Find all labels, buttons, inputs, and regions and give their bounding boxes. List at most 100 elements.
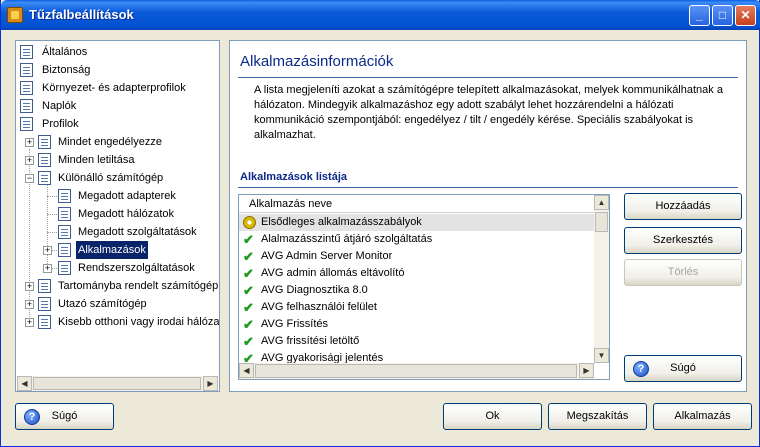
- check-icon: ✔: [243, 334, 254, 349]
- app-name: Alalmazásszintű átjáró szolgáltatás: [261, 233, 433, 245]
- check-icon: ✔: [243, 300, 254, 315]
- tree-item-kulonallo[interactable]: Különálló számítógép: [38, 169, 218, 187]
- divider: [238, 77, 738, 78]
- app-name: AVG frissítési letöltő: [261, 335, 360, 347]
- tree-item-kisebb-halozat[interactable]: Kisebb otthoni vagy irodai hálózat: [38, 313, 219, 331]
- expand-toggle[interactable]: +: [25, 300, 34, 309]
- list-item[interactable]: ✔ Alalmazásszintű átjáró szolgáltatás: [239, 231, 594, 248]
- list-item[interactable]: ✔ AVG gyakorisági jelentés: [239, 350, 594, 363]
- tree-item-tartomany[interactable]: Tartományba rendelt számítógép: [38, 277, 218, 295]
- profile-icon: [38, 279, 51, 293]
- tree-item-profilok[interactable]: Profilok: [20, 115, 215, 133]
- list-section-label: Alkalmazások listája: [240, 171, 348, 183]
- tree-item-label: Rendszerszolgáltatások: [78, 262, 195, 274]
- content-panel: Alkalmazásinformációk A lista megjelenít…: [229, 40, 747, 392]
- scroll-down-icon[interactable]: ▼: [594, 348, 609, 363]
- settings-page-icon: [20, 45, 33, 59]
- scroll-thumb[interactable]: [255, 364, 577, 378]
- settings-page-icon: [58, 243, 71, 257]
- tree-horizontal-scrollbar[interactable]: ◀ ▶: [17, 376, 218, 391]
- footer-help-button[interactable]: ? Súgó: [15, 403, 114, 430]
- edit-button[interactable]: Szerkesztés: [624, 227, 742, 254]
- scroll-thumb[interactable]: [33, 377, 201, 390]
- applications-list[interactable]: Alkalmazás neve Elsődleges alkalmazássza…: [238, 194, 610, 380]
- list-item[interactable]: ✔ AVG Diagnosztika 8.0: [239, 282, 594, 299]
- list-item[interactable]: ✔ AVG admin állomás eltávolító: [239, 265, 594, 282]
- list-item[interactable]: ✔ AVG Admin Server Monitor: [239, 248, 594, 265]
- cancel-button[interactable]: Megszakítás: [548, 403, 647, 430]
- settings-page-icon: [58, 261, 71, 275]
- minimize-button[interactable]: _: [689, 5, 710, 26]
- tree-item-kornyezet[interactable]: Környezet- és adapterprofilok: [20, 79, 215, 97]
- expand-toggle[interactable]: +: [25, 156, 34, 165]
- app-icon: [7, 7, 23, 23]
- scroll-left-icon[interactable]: ◀: [17, 376, 32, 391]
- expand-toggle[interactable]: +: [43, 264, 52, 273]
- settings-page-icon: [20, 81, 33, 95]
- expand-toggle[interactable]: +: [25, 138, 34, 147]
- settings-page-icon: [58, 189, 71, 203]
- tree-item-utazo[interactable]: Utazó számítógép: [38, 295, 218, 313]
- check-icon: ✔: [243, 351, 254, 363]
- profile-icon: [38, 171, 51, 185]
- list-vertical-scrollbar[interactable]: ▲ ▼: [594, 195, 609, 363]
- list-item[interactable]: ✔ AVG Frissítés: [239, 316, 594, 333]
- settings-window: Tűzfalbeállítások _ □ ✕ Általános Bizton…: [0, 0, 760, 447]
- tree-item-naplok[interactable]: Naplók: [20, 97, 215, 115]
- scroll-thumb[interactable]: [595, 212, 608, 232]
- list-item[interactable]: Elsődleges alkalmazásszabályok: [239, 214, 594, 231]
- profile-icon: [38, 315, 51, 329]
- scroll-right-icon[interactable]: ▶: [579, 363, 594, 378]
- scroll-right-icon[interactable]: ▶: [203, 376, 218, 391]
- gear-icon: [243, 216, 256, 229]
- add-button[interactable]: Hozzáadás: [624, 193, 742, 220]
- tree-item-label: Mindet engedélyezze: [58, 136, 162, 148]
- expand-toggle[interactable]: +: [25, 318, 34, 327]
- page-description: A lista megjeleníti azokat a számítógépr…: [254, 84, 723, 141]
- maximize-button[interactable]: □: [712, 5, 733, 26]
- profile-icon: [38, 135, 51, 149]
- help-button[interactable]: ? Súgó: [624, 355, 742, 382]
- close-button[interactable]: ✕: [735, 5, 756, 26]
- tree-item-biztonsag[interactable]: Biztonság: [20, 61, 215, 79]
- ok-button[interactable]: Ok: [443, 403, 542, 430]
- help-button-label: Súgó: [670, 362, 696, 374]
- profile-icon: [38, 297, 51, 311]
- tree-item-altalanos[interactable]: Általános: [20, 43, 215, 61]
- check-icon: ✔: [243, 232, 254, 247]
- list-horizontal-scrollbar[interactable]: ◀ ▶: [239, 363, 594, 379]
- check-icon: ✔: [243, 266, 254, 281]
- app-name: AVG gyakorisági jelentés: [261, 352, 384, 363]
- settings-tree[interactable]: Általános Biztonság Környezet- és adapte…: [15, 40, 220, 392]
- list-item[interactable]: ✔ AVG frissítési letöltő: [239, 333, 594, 350]
- tree-item-megadott-szolgaltatasok[interactable]: Megadott szolgáltatások: [58, 223, 218, 241]
- settings-page-icon: [58, 225, 71, 239]
- tree-item-alkalmazasok[interactable]: Alkalmazások: [58, 241, 218, 259]
- tree-item-label: Profilok: [42, 118, 79, 130]
- tree-item-label: Biztonság: [42, 64, 91, 76]
- tree-item-megadott-adapterek[interactable]: Megadott adapterek: [58, 187, 218, 205]
- tree-item-megadott-halozatok[interactable]: Megadott hálózatok: [58, 205, 218, 223]
- column-header[interactable]: Alkalmazás neve: [239, 195, 594, 213]
- tree-item-minden-letiltasa[interactable]: Minden letiltása: [38, 151, 218, 169]
- help-icon: ?: [633, 361, 649, 377]
- scroll-up-icon[interactable]: ▲: [594, 195, 609, 210]
- tree-item-rendszerszolgaltatasok[interactable]: Rendszerszolgáltatások: [58, 259, 218, 277]
- app-name: AVG Frissítés: [261, 318, 329, 330]
- settings-page-icon: [20, 117, 33, 131]
- tree-line: [47, 185, 48, 270]
- apply-button[interactable]: Alkalmazás: [653, 403, 752, 430]
- title-bar[interactable]: Tűzfalbeállítások _ □ ✕: [1, 0, 760, 30]
- tree-item-mindet-engedelyezze[interactable]: Mindet engedélyezze: [38, 133, 218, 151]
- expand-toggle[interactable]: +: [43, 246, 52, 255]
- scroll-left-icon[interactable]: ◀: [239, 363, 254, 378]
- check-icon: ✔: [243, 317, 254, 332]
- list-item[interactable]: ✔ AVG felhasználói felület: [239, 299, 594, 316]
- footer-help-label: Súgó: [51, 410, 78, 422]
- delete-button[interactable]: Törlés: [624, 259, 742, 286]
- tree-item-label: Megadott hálózatok: [78, 208, 175, 220]
- page-title: Alkalmazásinformációk: [240, 53, 394, 70]
- expand-toggle[interactable]: +: [25, 282, 34, 291]
- divider: [238, 187, 738, 188]
- collapse-toggle[interactable]: −: [25, 174, 34, 183]
